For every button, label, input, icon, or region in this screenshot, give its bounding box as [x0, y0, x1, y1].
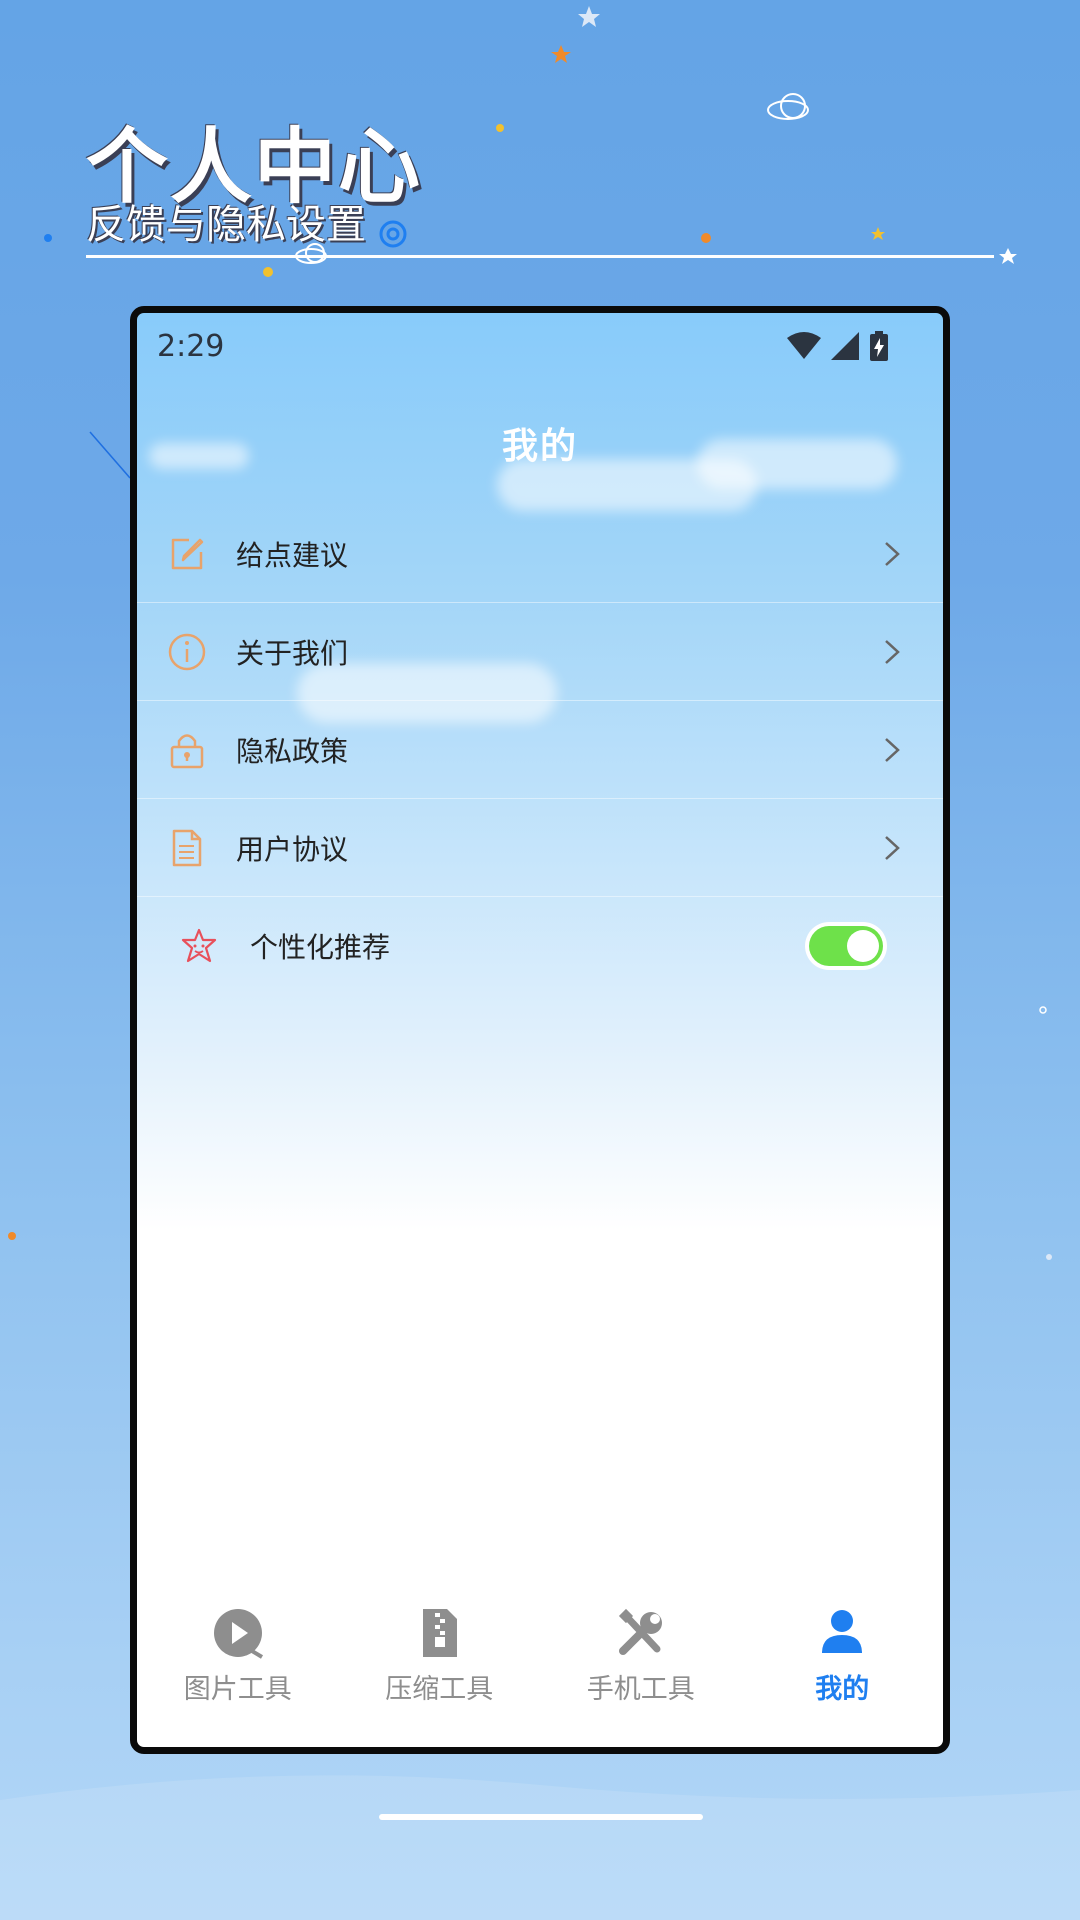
page-title: 我的	[501, 426, 578, 467]
info-icon	[168, 633, 206, 670]
edit-icon	[171, 538, 204, 569]
menu-item-user-agreement[interactable]: 用户协议	[137, 799, 943, 897]
star-face-icon	[181, 928, 217, 963]
wifi-icon	[787, 332, 821, 359]
star-icon	[578, 6, 600, 27]
tab-mine[interactable]: 我的	[742, 1587, 944, 1747]
battery-charging-icon	[870, 331, 888, 361]
tab-label: 图片工具	[183, 1674, 292, 1705]
star-icon	[999, 248, 1017, 264]
menu-item-label: 给点建议	[236, 538, 349, 572]
tab-image-tools[interactable]: 图片工具	[137, 1587, 339, 1747]
personalized-recommendation-toggle[interactable]	[809, 926, 883, 966]
settings-menu: 给点建议 关于我们 隐私政策 用户协议 个性化推荐	[137, 505, 943, 995]
chevron-right-icon	[885, 541, 900, 566]
star-icon	[551, 45, 571, 63]
lock-icon	[170, 733, 204, 768]
tab-label: 手机工具	[586, 1674, 695, 1705]
planet-icon	[767, 93, 809, 120]
home-indicator[interactable]	[379, 1814, 703, 1820]
menu-item-feedback[interactable]: 给点建议	[137, 505, 943, 603]
chevron-right-icon	[885, 639, 900, 664]
document-icon	[172, 829, 202, 866]
zip-file-icon	[423, 1609, 458, 1657]
phone-screen: 2:29 我的 给点建议 关于我们 隐私政策 用户协议 个性化推荐 图片工具 压…	[130, 306, 950, 1754]
tools-icon	[618, 1608, 662, 1655]
toggle-knob	[847, 930, 879, 962]
play-circle-icon	[213, 1609, 263, 1659]
tab-label: 我的	[815, 1674, 870, 1705]
hero-subtitle: 反馈与隐私设置	[86, 202, 366, 248]
chevron-right-icon	[885, 835, 900, 860]
status-bar: 2:29	[137, 313, 943, 383]
menu-item-label: 个性化推荐	[250, 931, 391, 964]
menu-item-about[interactable]: 关于我们	[137, 603, 943, 701]
user-icon	[822, 1610, 863, 1653]
tab-compress-tools[interactable]: 压缩工具	[339, 1587, 541, 1747]
signal-icon	[831, 332, 859, 360]
tab-label: 压缩工具	[385, 1674, 494, 1705]
hero-divider	[86, 255, 994, 258]
star-icon	[871, 227, 885, 240]
tab-phone-tools[interactable]: 手机工具	[540, 1587, 742, 1747]
status-time: 2:29	[157, 329, 225, 364]
menu-item-label: 用户协议	[236, 832, 349, 866]
menu-item-label: 隐私政策	[236, 734, 349, 768]
gear-icon	[379, 220, 407, 248]
menu-item-privacy-policy[interactable]: 隐私政策	[137, 701, 943, 799]
menu-item-label: 关于我们	[236, 636, 349, 670]
chevron-right-icon	[885, 737, 900, 762]
menu-item-personalized-recommendation: 个性化推荐	[137, 897, 943, 995]
bottom-tab-bar: 图片工具 压缩工具 手机工具 我的	[137, 1587, 943, 1747]
